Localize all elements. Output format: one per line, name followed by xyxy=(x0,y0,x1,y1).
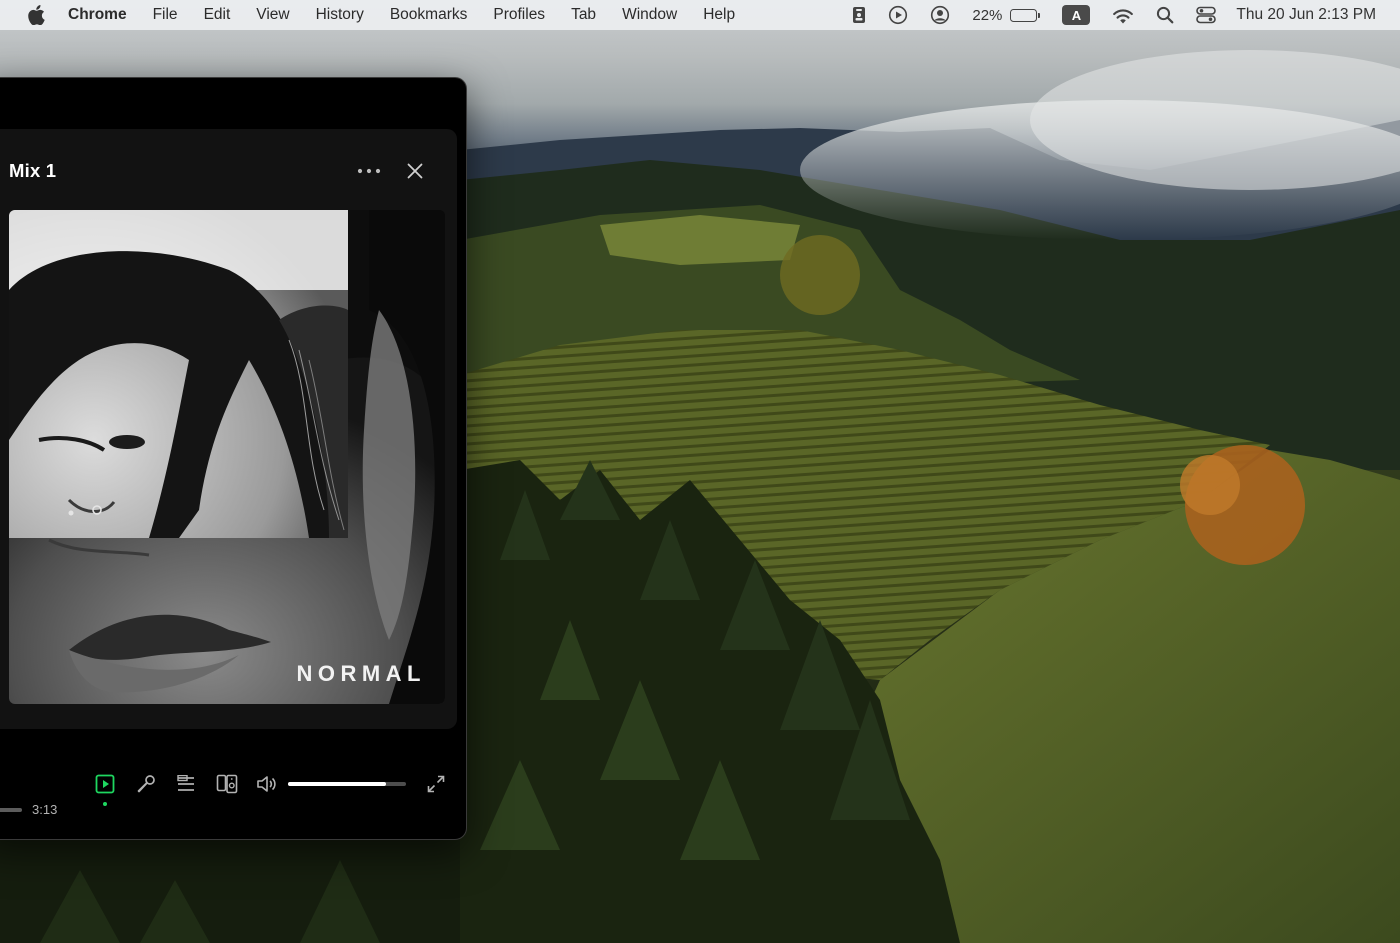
menu-history[interactable]: History xyxy=(316,6,364,24)
volume-slider[interactable] xyxy=(288,782,406,786)
menu-help[interactable]: Help xyxy=(703,6,735,24)
lyrics-button[interactable] xyxy=(131,768,161,800)
player-controls xyxy=(0,768,466,808)
menu-bookmarks[interactable]: Bookmarks xyxy=(390,6,468,24)
close-icon xyxy=(407,163,423,179)
menu-edit[interactable]: Edit xyxy=(204,6,231,24)
connect-device-button[interactable] xyxy=(212,768,242,800)
now-playing-panel: Mix 1 NORMAL xyxy=(0,129,457,729)
input-source-label: A xyxy=(1062,5,1091,25)
mic-lyrics-icon xyxy=(137,775,155,793)
volume-slider-fill xyxy=(288,782,386,786)
close-button[interactable] xyxy=(401,157,429,185)
album-cover: NORMAL xyxy=(9,210,445,704)
input-source-icon[interactable]: A xyxy=(1062,0,1091,30)
menu-tab[interactable]: Tab xyxy=(571,6,596,24)
status-area: 22% A Thu 20 Jun 2:13 PM xyxy=(830,0,1376,30)
fullscreen-button[interactable] xyxy=(421,768,451,800)
cover-text: NORMAL xyxy=(296,661,426,686)
battery-icon[interactable] xyxy=(1010,8,1041,22)
cover-artwork xyxy=(9,210,445,704)
more-options-button[interactable] xyxy=(349,159,389,183)
mute-button[interactable] xyxy=(252,768,282,800)
menu-window[interactable]: Window xyxy=(622,6,677,24)
queue-icon xyxy=(177,775,194,791)
queue-button[interactable] xyxy=(171,768,201,800)
menu-view[interactable]: View xyxy=(256,6,289,24)
play-circle-icon[interactable] xyxy=(888,0,908,30)
now-playing-view-icon xyxy=(95,774,115,794)
now-playing-view-button[interactable] xyxy=(90,768,120,806)
apple-menu-icon[interactable] xyxy=(24,0,48,30)
badge-icon[interactable] xyxy=(852,0,866,30)
playlist-title[interactable]: Mix 1 xyxy=(9,160,56,182)
menu-bar: Chrome File Edit View History Bookmarks … xyxy=(0,0,1400,30)
battery-percent: 22% xyxy=(972,6,1003,24)
user-circle-icon[interactable] xyxy=(930,0,950,30)
spotlight-search-icon[interactable] xyxy=(1156,0,1174,30)
more-icon xyxy=(357,168,381,174)
mini-player-window: Mix 1 NORMAL 3:13 xyxy=(0,77,467,840)
track-duration: 3:13 xyxy=(32,802,58,817)
menu-app-name[interactable]: Chrome xyxy=(68,6,127,24)
active-indicator xyxy=(103,802,107,806)
playback-progress-bar[interactable] xyxy=(0,808,22,812)
control-center-icon[interactable] xyxy=(1196,0,1217,30)
menu-file[interactable]: File xyxy=(153,6,178,24)
fullscreen-icon xyxy=(427,775,445,793)
connect-device-icon xyxy=(216,774,238,794)
volume-icon xyxy=(257,776,276,792)
menubar-clock[interactable]: Thu 20 Jun 2:13 PM xyxy=(1236,6,1376,24)
wifi-icon[interactable] xyxy=(1112,0,1134,30)
menu-profiles[interactable]: Profiles xyxy=(493,6,545,24)
